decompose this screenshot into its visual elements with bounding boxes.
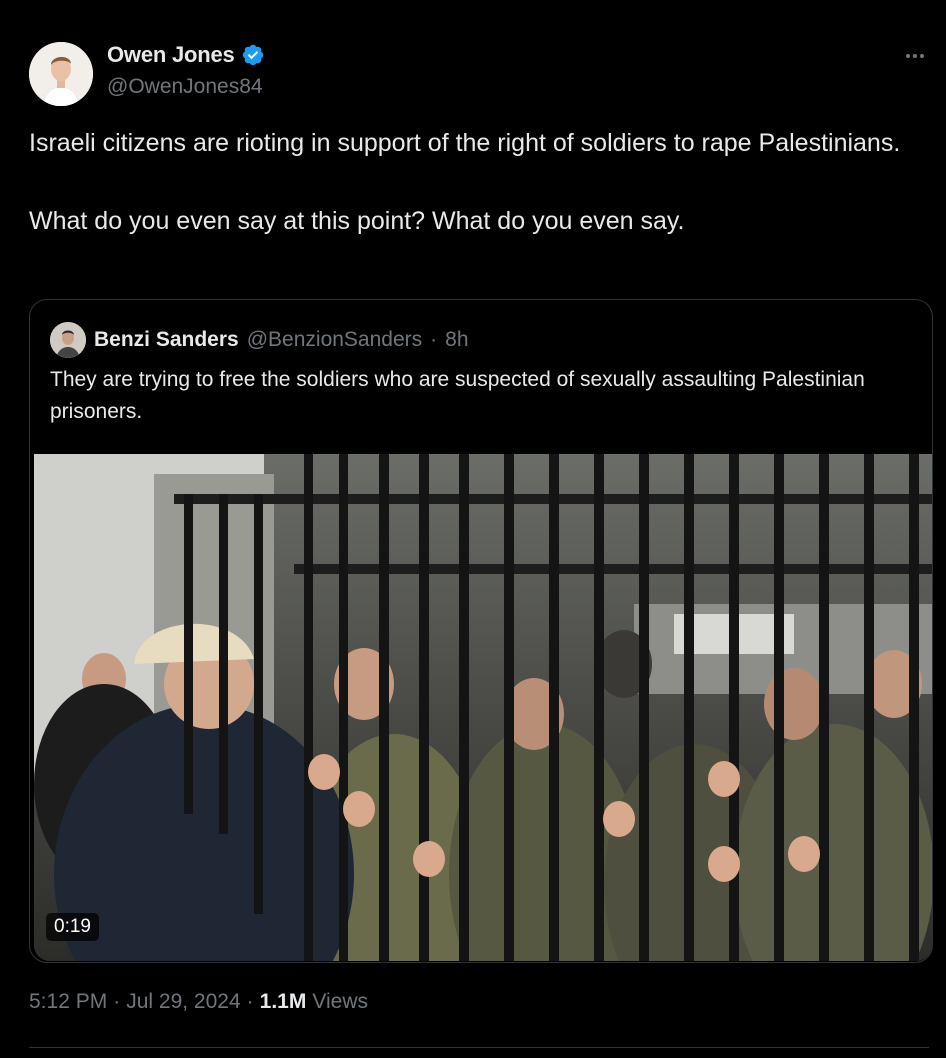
views-label: Views [312, 990, 368, 1013]
quoted-separator: · [430, 328, 438, 351]
tweet-text: Israeli citizens are rioting in support … [29, 129, 901, 235]
video-player[interactable]: 0:19 [34, 454, 932, 961]
author-avatar[interactable] [29, 42, 93, 106]
tweet: Owen Jones @OwenJones84 Israeli citizens… [0, 0, 946, 1058]
tweet-meta: 5:12 PM · Jul 29, 2024 · 1.1M Views [29, 990, 368, 1014]
views-count[interactable]: 1.1M [260, 990, 307, 1014]
quoted-author-handle: @BenzionSanders [246, 328, 423, 351]
video-thumbnail [34, 454, 932, 961]
quoted-author-name: Benzi Sanders [94, 328, 239, 351]
quoted-tweet-text: They are trying to free the soldiers who… [50, 368, 865, 423]
divider [29, 1047, 929, 1048]
author-name-row: Owen Jones [107, 42, 265, 68]
quoted-tweet[interactable]: Benzi Sanders @BenzionSanders · 8h They … [29, 299, 933, 963]
tweet-time[interactable]: 5:12 PM [29, 990, 107, 1014]
quoted-author-avatar [50, 322, 86, 358]
verified-badge-icon[interactable] [241, 43, 265, 67]
tweet-date[interactable]: Jul 29, 2024 [126, 990, 240, 1014]
meta-separator: · [246, 990, 254, 1013]
quoted-tweet-header: Benzi Sanders @BenzionSanders · 8h [50, 322, 469, 358]
quoted-age: 8h [445, 328, 469, 351]
video-duration: 0:19 [46, 913, 99, 941]
meta-separator: · [113, 990, 121, 1013]
more-options-icon[interactable] [901, 44, 929, 68]
author-handle[interactable]: @OwenJones84 [107, 75, 263, 99]
author-display-name[interactable]: Owen Jones [107, 42, 235, 68]
